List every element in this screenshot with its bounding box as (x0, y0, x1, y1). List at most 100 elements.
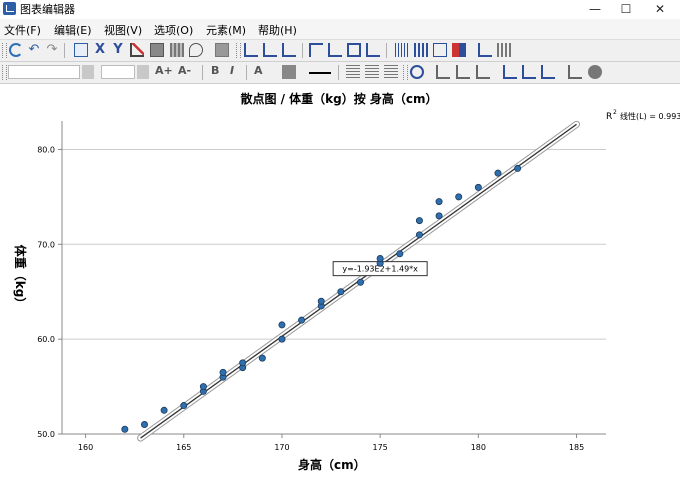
fit-line-icon[interactable] (503, 65, 517, 79)
data-point (455, 193, 463, 201)
font-family-dropdown-icon[interactable] (82, 65, 94, 79)
data-point (435, 198, 443, 206)
data-point (415, 217, 423, 225)
toolbar-separator (64, 43, 65, 58)
menu-edit[interactable]: 编辑(E) (54, 22, 92, 38)
bar-chart-icon[interactable] (478, 43, 492, 57)
grow-font-button[interactable]: A+ (155, 64, 173, 77)
toolbar-grip[interactable] (236, 43, 241, 58)
menu-view[interactable]: 视图(V) (104, 22, 142, 38)
x-tick-label: 185 (569, 443, 584, 452)
data-point (199, 383, 207, 391)
fill-icon[interactable] (170, 43, 184, 57)
bar-chart-icon[interactable] (456, 65, 470, 79)
data-point (435, 212, 443, 220)
format-toolbar: A+ A- B I A (0, 62, 680, 84)
bar-layout-icon[interactable] (263, 43, 277, 57)
x-tick-label: 175 (373, 443, 388, 452)
bar-chart-icon[interactable] (497, 43, 511, 57)
y-axis-label[interactable]: 体重（kg） (13, 245, 28, 310)
data-point (258, 354, 266, 362)
y-tick-label: 70.0 (37, 240, 55, 249)
menu-file[interactable]: 文件(F) (4, 22, 41, 38)
target-icon[interactable] (410, 65, 424, 79)
font-family-select[interactable] (8, 65, 80, 79)
y-tick-label: 80.0 (37, 145, 55, 154)
bold-button[interactable]: B (211, 64, 219, 77)
fill-color-icon[interactable] (282, 65, 296, 79)
x-axis-label[interactable]: 身高（cm） (298, 457, 366, 472)
font-size-dropdown-icon[interactable] (137, 65, 149, 79)
grid-icon[interactable] (395, 43, 409, 57)
undo-icon[interactable]: ↶ (27, 43, 41, 57)
bar-layout-icon[interactable] (282, 43, 296, 57)
histogram-icon[interactable] (568, 65, 582, 79)
align-left-icon[interactable] (346, 65, 360, 79)
data-point (278, 321, 286, 329)
refresh-icon[interactable] (9, 43, 23, 57)
window-title: 图表编辑器 (20, 3, 75, 16)
r2-prefix: R (606, 112, 612, 122)
font-size-select[interactable] (101, 65, 135, 79)
y-axis-icon[interactable]: Y (111, 43, 125, 57)
data-point (474, 183, 482, 191)
data-point (239, 359, 247, 367)
bar-layout-icon[interactable] (244, 43, 258, 57)
scatter-plot[interactable]: 散点图 / 体重（kg）按 身高（cm） 50.0 60.0 70.0 80.0 16… (0, 84, 680, 487)
data-point (317, 297, 325, 305)
x-tick-label: 160 (78, 443, 93, 452)
frame-icon[interactable] (328, 43, 342, 57)
pie-chart-icon[interactable] (588, 65, 602, 79)
toolbar-separator (302, 43, 303, 58)
grid-icon[interactable] (433, 43, 447, 57)
shrink-font-button[interactable]: A- (178, 64, 191, 77)
toolbar-grip[interactable] (403, 65, 408, 80)
chart-title[interactable]: 散点图 / 体重（kg）按 身高（cm） (240, 91, 437, 106)
menu-options[interactable]: 选项(O) (154, 22, 193, 38)
frame-icon[interactable] (347, 43, 361, 57)
scale-icon[interactable] (130, 43, 144, 57)
data-point (121, 425, 129, 433)
main-toolbar: ↶ ↷ X Y (0, 40, 680, 62)
data-point (160, 406, 168, 414)
chart-canvas: 散点图 / 体重（kg）按 身高（cm） 50.0 60.0 70.0 80.0 16… (0, 84, 680, 487)
frame-icon[interactable] (366, 43, 380, 57)
data-point (337, 288, 345, 296)
chart-editor-app-icon (3, 2, 16, 15)
toolbar-grip[interactable] (2, 65, 7, 80)
align-right-icon[interactable] (384, 65, 398, 79)
grid-icon[interactable] (414, 43, 428, 57)
menu-help[interactable]: 帮助(H) (258, 22, 297, 38)
text-color-icon[interactable]: A (254, 64, 263, 77)
menu-bar: 文件(F) 编辑(E) 视图(V) 选项(O) 元素(M) 帮助(H) (0, 19, 680, 40)
line-style-icon[interactable] (309, 65, 331, 74)
menu-elements[interactable]: 元素(M) (206, 22, 246, 38)
frame-icon[interactable] (309, 43, 323, 57)
data-point (298, 316, 306, 324)
minimize-button[interactable]: — (578, 0, 612, 18)
fit-line-icon[interactable] (522, 65, 536, 79)
window-titlebar: 图表编辑器 — ☐ ✕ (0, 0, 680, 18)
toolbar-grip[interactable] (2, 43, 7, 58)
close-button[interactable]: ✕ (643, 0, 677, 18)
data-point (180, 402, 188, 410)
bar-chart-icon[interactable] (436, 65, 450, 79)
data-point (494, 169, 502, 177)
redo-icon[interactable]: ↷ (45, 43, 59, 57)
line-chart-icon[interactable] (476, 65, 490, 79)
lasso-icon[interactable] (189, 43, 203, 57)
transpose-icon[interactable] (150, 43, 164, 57)
toolbar-separator (246, 65, 247, 80)
r2-superscript: 2 (613, 109, 617, 116)
r2-legend[interactable]: R 2 线性(L) = 0.993 (606, 109, 680, 122)
align-center-icon[interactable] (365, 65, 379, 79)
italic-button[interactable]: I (230, 64, 234, 77)
legend-icon[interactable] (452, 43, 466, 57)
r2-value: 线性(L) = 0.993 (620, 111, 680, 121)
gray-box-icon[interactable] (215, 43, 229, 57)
fit-line-icon[interactable] (541, 65, 555, 79)
x-axis-icon[interactable]: X (93, 43, 107, 57)
y-tick-label: 60.0 (37, 335, 55, 344)
properties-icon[interactable] (74, 43, 88, 57)
maximize-button[interactable]: ☐ (609, 0, 643, 18)
